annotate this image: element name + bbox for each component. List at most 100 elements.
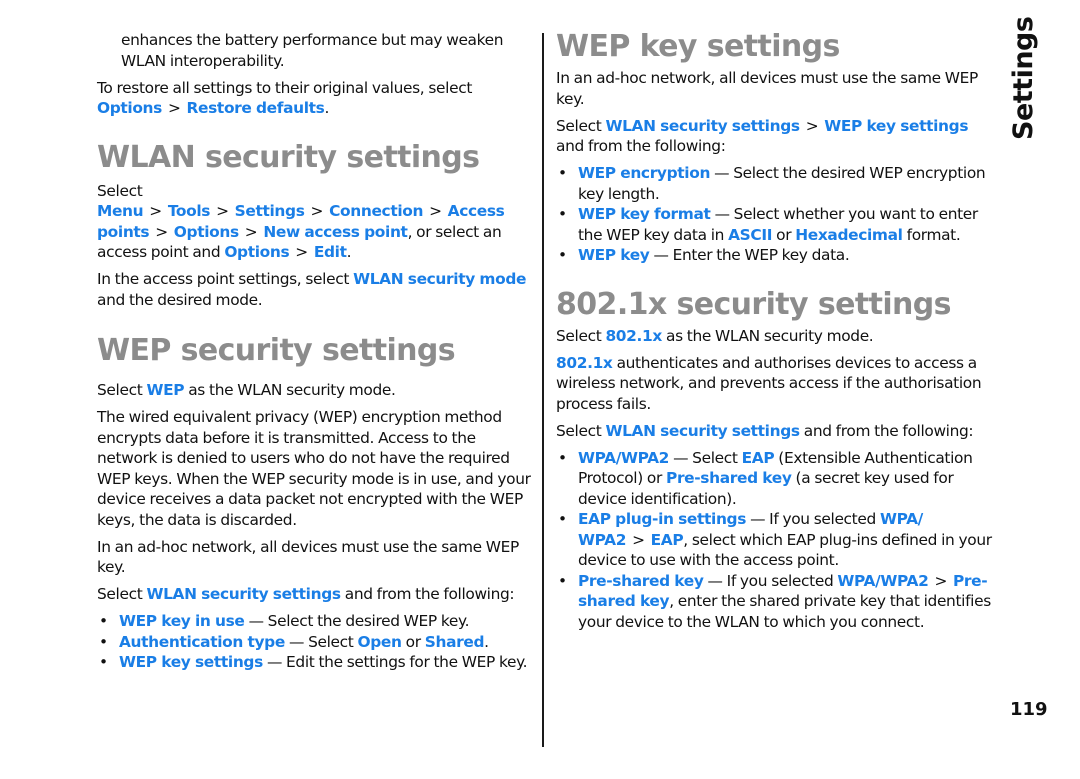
link-wlan-security-settings[interactable]: WLAN security settings [146, 585, 341, 603]
text: as the WLAN security mode. [188, 381, 396, 399]
adhoc-paragraph: In an ad-hoc network, all devices must u… [556, 69, 978, 108]
list-item: • WEP encryption — Select the desired WE… [556, 163, 996, 204]
text: authenticates and authorises devices to … [556, 353, 982, 413]
wlan-mode-paragraph: In the access point settings, select WLA… [97, 269, 537, 310]
text: — Select [284, 632, 358, 651]
bullet-icon: • [558, 164, 567, 182]
select-text: Select [97, 181, 143, 200]
bullet-icon: • [558, 571, 567, 590]
path-separator: > [244, 222, 258, 241]
link-options[interactable]: Options [174, 223, 239, 241]
path-separator: > [632, 530, 645, 549]
link-8021x[interactable]: 802.1x [556, 354, 613, 372]
left-column: enhances the battery performance but may… [97, 30, 537, 679]
text: format. [902, 225, 961, 244]
link-restore-defaults[interactable]: Restore defaults [187, 99, 325, 117]
wep-mode-paragraph: Select WEP as the WLAN security mode. [97, 380, 537, 401]
wep-key-path-paragraph: Select WLAN security settings > WEP key se… [556, 116, 996, 157]
link-ascii[interactable]: ASCII [728, 226, 772, 244]
link-new-access-point[interactable]: New access point [263, 223, 408, 241]
bullet-icon: • [99, 632, 108, 651]
wlan-settings-select-paragraph: Select WLAN security settings and from t… [556, 421, 996, 442]
wep-description-paragraph: The wired equivalent privacy (WEP) encry… [97, 408, 531, 529]
list-item: • WPA/WPA2 — Select EAP (Extensible Auth… [556, 448, 996, 510]
text: Select [97, 585, 143, 603]
list-item: • Authentication type — Select Open or S… [97, 632, 537, 653]
link-wep-key-settings[interactable]: WEP key settings [824, 117, 968, 135]
link-eap[interactable]: EAP [651, 531, 684, 549]
link-wep-key[interactable]: WEP key [578, 246, 650, 264]
link-wep-encryption[interactable]: WEP encryption [578, 164, 710, 182]
wep-key-options-list: • WEP encryption — Select the desired WE… [556, 163, 996, 266]
wep-options-list: • WEP key in use — Select the desired WE… [97, 611, 537, 673]
link-edit[interactable]: Edit [314, 243, 347, 261]
list-item: • Pre-shared key — If you selected WPA/W… [556, 571, 996, 633]
text: and from the following: [803, 421, 974, 440]
8021x-options-list: • WPA/WPA2 — Select EAP (Extensible Auth… [556, 448, 996, 633]
link-pre-shared-key[interactable]: Pre-shared key [666, 469, 792, 487]
heading-wlan-security-settings: WLAN security settings [97, 139, 480, 175]
punctuation: . [346, 243, 352, 261]
text: and the desired mode. [97, 290, 263, 309]
list-item: • WEP key format — Select whether you wa… [556, 204, 996, 245]
link-shared[interactable]: Shared [425, 633, 485, 651]
link-wep[interactable]: WEP [146, 381, 184, 399]
text: — If you selected [746, 510, 880, 528]
link-open[interactable]: Open [358, 633, 402, 651]
path-separator: > [429, 202, 442, 220]
link-authentication-type[interactable]: Authentication type [119, 633, 285, 651]
list-item: • WEP key — Enter the WEP key data. [556, 245, 996, 266]
link-wlan-security-settings[interactable]: WLAN security settings [605, 422, 800, 440]
page-number: 119 [1010, 699, 1048, 720]
path-separator: > [934, 571, 947, 590]
link-wlan-security-settings[interactable]: WLAN security settings [605, 117, 800, 135]
path-separator: > [805, 116, 819, 135]
heading-wep-security-settings: WEP security settings [97, 333, 456, 368]
link-wep-key-format[interactable]: WEP key format [578, 205, 711, 223]
column-divider [542, 33, 544, 747]
link-hexadecimal[interactable]: Hexadecimal [795, 226, 903, 244]
text: — Select [669, 448, 742, 467]
link-eap[interactable]: EAP [742, 449, 775, 467]
path-separator: > [155, 222, 168, 241]
text: — Enter the WEP key data. [649, 246, 850, 264]
link-eap-plug-in-settings[interactable]: EAP plug-in settings [578, 510, 746, 528]
link-tools[interactable]: Tools [168, 202, 211, 220]
text: — Edit the settings for the WEP key. [262, 653, 528, 671]
text: Select [556, 421, 602, 440]
path-separator: > [167, 99, 181, 117]
link-options[interactable]: Options [224, 243, 289, 261]
link-wep-key-settings[interactable]: WEP key settings [119, 653, 263, 671]
link-settings[interactable]: Settings [235, 202, 305, 220]
list-item: • WEP key in use — Select the desired WE… [97, 611, 537, 632]
list-item: • EAP plug-in settings — If you selected… [556, 509, 996, 571]
text: as the WLAN security mode. [666, 326, 874, 345]
link-wep-key-in-use[interactable]: WEP key in use [119, 612, 245, 630]
path-separator: > [310, 202, 324, 220]
link-wlan-security-mode[interactable]: WLAN security mode [353, 270, 526, 288]
restore-text: To restore all settings to their origina… [97, 78, 472, 97]
link-pre-shared-key[interactable]: Pre-shared key [578, 572, 704, 590]
right-column: WEP key settings In an ad-hoc network, a… [556, 30, 996, 638]
link-wpa-wpa2[interactable]: WPA/WPA2 [837, 572, 928, 590]
link-menu[interactable]: Menu [97, 202, 144, 220]
heading-8021x-security-settings: 802.1x security settings [556, 286, 952, 322]
list-item: • WEP key settings — Edit the settings f… [97, 652, 537, 673]
link-options[interactable]: Options [97, 99, 162, 117]
restore-defaults-paragraph: To restore all settings to their origina… [97, 78, 537, 119]
bullet-icon: • [558, 246, 567, 264]
path-separator: > [216, 202, 229, 220]
wlan-settings-select-paragraph: Select WLAN security settings and from t… [97, 584, 537, 605]
text: or [401, 632, 425, 651]
intro-paragraph-continuation: enhances the battery performance but may… [121, 31, 504, 70]
link-connection[interactable]: Connection [329, 202, 423, 220]
text: In the access point settings, select [97, 270, 350, 288]
bullet-icon: • [99, 612, 108, 630]
8021x-description-paragraph: 802.1x authenticates and authorises devi… [556, 353, 996, 415]
text: — If you selected [703, 571, 838, 590]
8021x-mode-paragraph: Select 802.1x as the WLAN security mode. [556, 326, 996, 347]
link-wpa-wpa2[interactable]: WPA/WPA2 [578, 449, 669, 467]
path-separator: > [149, 202, 162, 220]
link-8021x[interactable]: 802.1x [605, 327, 662, 345]
text: and from the following: [344, 585, 515, 603]
